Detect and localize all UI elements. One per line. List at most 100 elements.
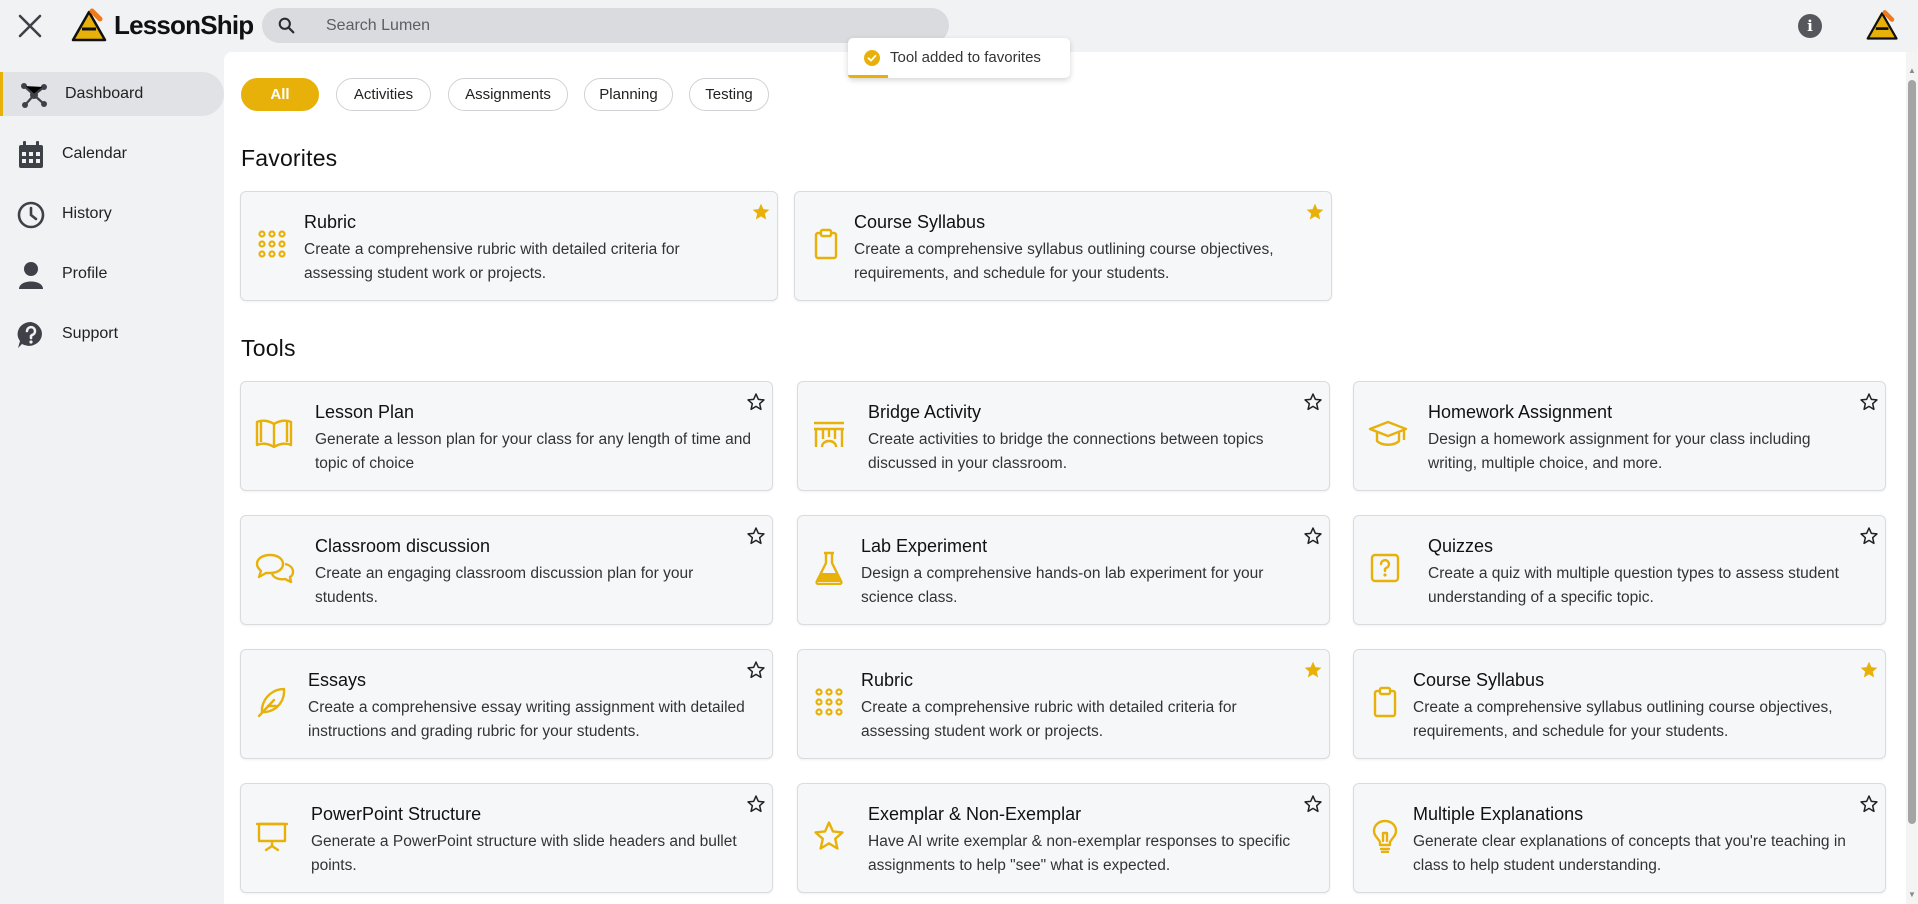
tool-card-rubric[interactable]: Rubric Create a comprehensive rubric wit… (797, 649, 1330, 759)
card-title: PowerPoint Structure (311, 804, 482, 824)
quiz-icon (1368, 548, 1402, 588)
graduation-cap-icon (1368, 414, 1408, 454)
presentation-icon (255, 816, 289, 856)
grid-icon (255, 224, 289, 264)
bridge-icon (812, 414, 846, 454)
card-title: Course Syllabus (854, 212, 986, 232)
star-filled-icon[interactable] (1859, 660, 1879, 680)
card-description: Create a comprehensive syllabus outlinin… (1413, 699, 1833, 740)
scrollbar-thumb[interactable] (1908, 80, 1916, 824)
dashboard-icon (21, 83, 47, 108)
lightbulb-icon (1368, 816, 1402, 856)
person-icon (19, 262, 43, 289)
star-outline-icon[interactable] (1303, 392, 1323, 412)
star-outline-icon[interactable] (1859, 392, 1879, 412)
clock-icon (17, 201, 45, 229)
star-filled-icon[interactable] (1305, 202, 1325, 222)
tool-card-lesson-plan[interactable]: Lesson Plan Generate a lesson plan for y… (240, 381, 773, 491)
card-title: Lab Experiment (861, 536, 988, 556)
card-title: Multiple Explanations (1413, 804, 1584, 824)
star-outline-icon[interactable] (1859, 526, 1879, 546)
card-title: Rubric (861, 670, 914, 690)
search-icon (278, 17, 295, 34)
scrollbar[interactable]: ▲ ▼ (1906, 52, 1918, 904)
card-description: Create a comprehensive rubric with detai… (861, 699, 1237, 740)
app-logo[interactable]: LessonShip (70, 7, 254, 43)
scroll-up-arrow-icon[interactable]: ▲ (1908, 66, 1916, 75)
filter-chip-activities[interactable]: Activities (336, 78, 431, 111)
scroll-down-arrow-icon[interactable]: ▼ (1908, 890, 1916, 899)
star-outline-icon[interactable] (746, 794, 766, 814)
book-icon (254, 414, 294, 454)
sidebar-item-dashboard[interactable]: Dashboard (0, 72, 224, 116)
favorite-card-course-syllabus[interactable]: Course Syllabus Create a comprehensive s… (794, 191, 1332, 301)
card-description: Generate a lesson plan for your class fo… (315, 431, 751, 472)
star-outline-icon (812, 816, 846, 856)
help-icon (17, 321, 42, 348)
logo-icon (71, 8, 107, 42)
card-title: Lesson Plan (315, 402, 415, 422)
flask-icon (812, 548, 846, 588)
star-filled-icon[interactable] (1303, 660, 1323, 680)
tool-card-course-syllabus[interactable]: Course Syllabus Create a comprehensive s… (1353, 649, 1886, 759)
card-title: Classroom discussion (315, 536, 491, 556)
sidebar-item-label: Support (62, 325, 119, 342)
filter-chip-assignments[interactable]: Assignments (448, 78, 568, 111)
tool-card-exemplar-non-exemplar[interactable]: Exemplar & Non-Exemplar Have AI write ex… (797, 783, 1330, 893)
card-title: Course Syllabus (1413, 670, 1545, 690)
tools-heading: Tools (241, 335, 296, 361)
tool-card-essays[interactable]: Essays Create a comprehensive essay writ… (240, 649, 773, 759)
sidebar-item-label: Calendar (62, 145, 127, 162)
search-input[interactable] (326, 8, 926, 43)
card-description: Create a comprehensive rubric with detai… (304, 241, 680, 282)
star-outline-icon[interactable] (1303, 794, 1323, 814)
info-icon[interactable]: i (1798, 14, 1822, 38)
star-outline-icon[interactable] (1303, 526, 1323, 546)
card-description: Create a quiz with multiple question typ… (1428, 565, 1839, 606)
filter-chip-testing[interactable]: Testing (689, 78, 769, 111)
card-description: Design a homework assignment for your cl… (1428, 431, 1811, 472)
card-title: Quizzes (1428, 536, 1494, 556)
favorites-heading: Favorites (241, 145, 338, 171)
card-description: Create a comprehensive syllabus outlinin… (854, 241, 1274, 282)
calendar-icon (19, 141, 43, 168)
toast-message: Tool added to favorites (890, 49, 1041, 66)
filter-chip-planning[interactable]: Planning (584, 78, 673, 111)
card-title: Exemplar & Non-Exemplar (868, 804, 1082, 824)
card-description: Create a comprehensive essay writing ass… (308, 699, 745, 740)
tool-card-homework-assignment[interactable]: Homework Assignment Design a homework as… (1353, 381, 1886, 491)
star-outline-icon[interactable] (746, 392, 766, 412)
sidebar-item-calendar[interactable]: Calendar (0, 132, 224, 176)
star-outline-icon[interactable] (746, 660, 766, 680)
sidebar-item-support[interactable]: Support (0, 312, 224, 356)
card-title: Bridge Activity (868, 402, 982, 422)
avatar[interactable] (1865, 7, 1901, 43)
tool-card-lab-experiment[interactable]: Lab Experiment Design a comprehensive ha… (797, 515, 1330, 625)
card-description: Generate a PowerPoint structure with sli… (311, 833, 737, 874)
tool-card-multiple-explanations[interactable]: Multiple Explanations Generate clear exp… (1353, 783, 1886, 893)
card-description: Create activities to bridge the connecti… (868, 431, 1264, 472)
tool-card-bridge-activity[interactable]: Bridge Activity Create activities to bri… (797, 381, 1330, 491)
close-icon[interactable] (14, 10, 46, 42)
star-filled-icon[interactable] (751, 202, 771, 222)
tool-card-quizzes[interactable]: Quizzes Create a quiz with multiple ques… (1353, 515, 1886, 625)
filter-chip-all[interactable]: All (241, 78, 319, 111)
star-outline-icon[interactable] (746, 526, 766, 546)
chat-bubbles-icon (255, 548, 295, 588)
favorite-card-rubric[interactable]: Rubric Create a comprehensive rubric wit… (240, 191, 778, 301)
card-description: Design a comprehensive hands-on lab expe… (861, 565, 1264, 606)
search-bar[interactable] (262, 8, 949, 43)
toast-progress-bar (848, 75, 888, 78)
clipboard-icon (1368, 682, 1402, 722)
sidebar-item-label: History (62, 205, 112, 222)
clipboard-icon (809, 224, 843, 264)
sidebar-item-profile[interactable]: Profile (0, 252, 224, 296)
tool-card-powerpoint-structure[interactable]: PowerPoint Structure Generate a PowerPoi… (240, 783, 773, 893)
check-circle-icon (864, 50, 880, 66)
tool-card-classroom-discussion[interactable]: Classroom discussion Create an engaging … (240, 515, 773, 625)
star-outline-icon[interactable] (1859, 794, 1879, 814)
sidebar-item-history[interactable]: History (0, 192, 224, 236)
card-title: Essays (308, 670, 367, 690)
card-description: Create an engaging classroom discussion … (315, 565, 694, 606)
card-title: Rubric (304, 212, 357, 232)
